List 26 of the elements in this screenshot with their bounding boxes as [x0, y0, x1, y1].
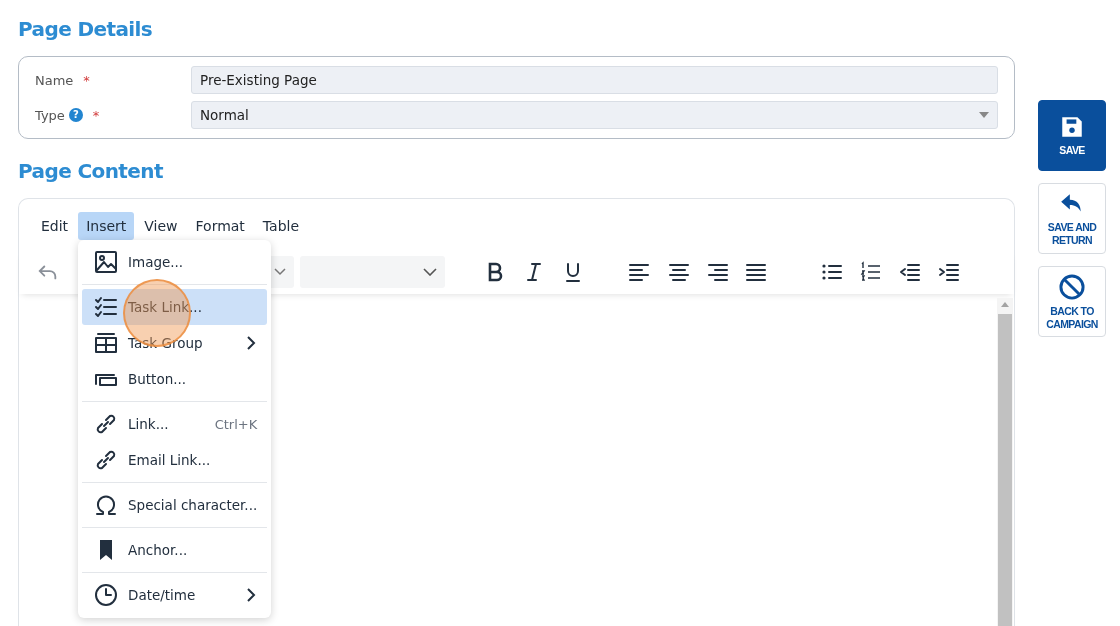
- section-heading: Page Details: [18, 16, 154, 43]
- menu-tab[interactable]: Format: [187, 212, 253, 240]
- field-label: Name: [35, 72, 74, 88]
- save-and-return-button[interactable]: SAVE AND RETURN: [1038, 183, 1106, 254]
- menu-tab[interactable]: Edit: [33, 212, 77, 240]
- back-to-campaign-button[interactable]: BACK TO CAMPAIGN: [1038, 266, 1106, 337]
- menu-item[interactable]: Date/time: [82, 577, 268, 613]
- menu-tab[interactable]: View: [136, 212, 186, 240]
- prohibited-icon: [1058, 272, 1086, 301]
- menu-item[interactable]: Email Link...: [82, 442, 268, 478]
- required-mark: *: [92, 107, 100, 123]
- help-icon[interactable]: ?: [68, 108, 83, 122]
- required-mark: *: [83, 72, 90, 88]
- menu-item[interactable]: Special character...: [82, 487, 268, 523]
- caret-icon: [979, 112, 989, 118]
- type-select[interactable]: Normal: [191, 101, 998, 129]
- save-button[interactable]: SAVE: [1038, 100, 1106, 171]
- field-label: Type: [35, 107, 65, 123]
- menu-item[interactable]: Task Group: [82, 325, 268, 361]
- menu-item[interactable]: Link... Ctrl+K: [82, 406, 268, 442]
- menu-item[interactable]: Image...: [82, 244, 268, 280]
- name-field[interactable]: Pre-Existing Page: [191, 66, 998, 94]
- menu-tab[interactable]: Table: [254, 212, 308, 240]
- menu-item[interactable]: Button...: [82, 361, 268, 397]
- section-heading: Page Content: [18, 158, 164, 185]
- menu-item[interactable]: Anchor...: [82, 532, 268, 568]
